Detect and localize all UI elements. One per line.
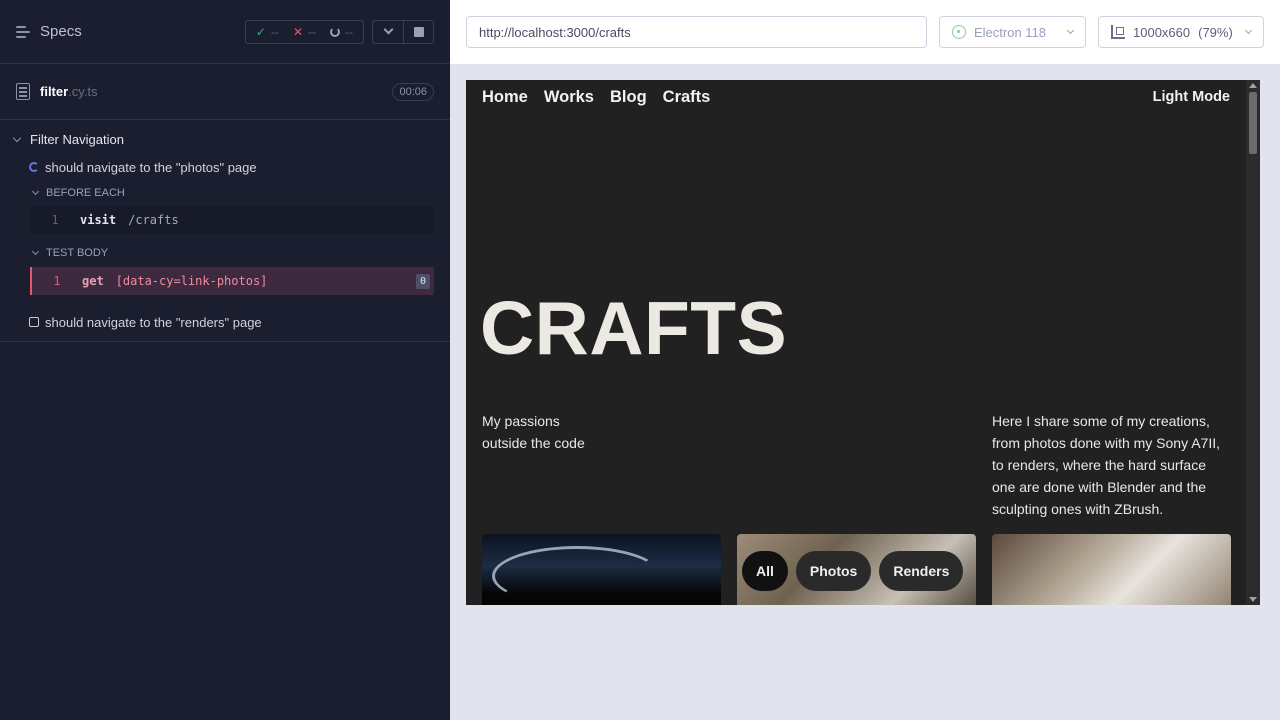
check-icon: ✓	[255, 24, 266, 39]
craft-card-image[interactable]	[992, 534, 1231, 605]
chevron-down-icon	[383, 24, 393, 35]
browser-selector[interactable]: Electron 118	[939, 16, 1086, 48]
divider	[0, 341, 450, 342]
chevron-down-icon	[31, 247, 40, 256]
stats-bar: ✓ -- ✕ -- --	[244, 19, 434, 44]
browser-label: Electron 118	[974, 24, 1047, 40]
test-row[interactable]: should navigate to the "renders" page	[0, 307, 450, 337]
hook-test-body[interactable]: TEST BODY	[0, 242, 450, 264]
scrollbar[interactable]	[1246, 80, 1260, 605]
pending-icon	[29, 317, 39, 327]
scroll-thumb[interactable]	[1249, 92, 1257, 154]
run-controls	[372, 19, 434, 44]
suite-title: Filter Navigation	[30, 131, 124, 147]
run-timer: 00:06	[392, 82, 434, 101]
hook-title: BEFORE EACH	[46, 187, 125, 199]
passions-text: My passions outside the code	[482, 410, 622, 454]
filter-photos-button[interactable]: Photos	[795, 551, 872, 591]
viewport-info[interactable]: 1000x660 (79%)	[1098, 16, 1264, 48]
ruler-icon	[1111, 25, 1125, 39]
stop-button[interactable]	[403, 20, 433, 43]
passions-line: outside the code	[482, 435, 585, 451]
filter-all-button[interactable]: All	[742, 551, 788, 591]
nav-home-link[interactable]: Home	[482, 88, 528, 107]
intro-text: Here I share some of my creations, from …	[992, 413, 1221, 517]
pending-spinner-icon	[330, 26, 340, 37]
chevron-down-icon	[1066, 26, 1075, 35]
hook-before-each[interactable]: BEFORE EACH	[0, 182, 450, 204]
command-row-failing[interactable]: 1 get [data-cy=link-photos] 0	[30, 267, 434, 295]
test-title: should navigate to the "photos" page	[45, 159, 257, 175]
specs-list-icon	[16, 25, 32, 38]
viewport-zoom: (79%)	[1198, 24, 1233, 40]
url-field[interactable]: http://localhost:3000/crafts	[466, 16, 927, 48]
stats-counts: ✓ -- ✕ -- --	[244, 19, 364, 44]
passions-line: My passions	[482, 413, 560, 429]
passed-count: --	[270, 24, 279, 39]
specs-toggle[interactable]: Specs	[16, 23, 82, 40]
suite: Filter Navigation should navigate to the…	[0, 120, 450, 342]
command-name: get	[82, 274, 104, 288]
chevron-down-icon	[1244, 26, 1253, 35]
light-mode-toggle[interactable]: Light Mode	[1153, 89, 1230, 105]
aut-iframe: Home Works Blog Crafts Light Mode CRAFTS…	[466, 80, 1260, 605]
nav-works-link[interactable]: Works	[544, 88, 594, 107]
command-name: visit	[80, 213, 117, 227]
page-title: CRAFTS	[480, 286, 788, 370]
nav-blog-link[interactable]: Blog	[610, 88, 647, 107]
pending-count: --	[345, 24, 353, 39]
filter-renders-button[interactable]: Renders	[879, 551, 964, 591]
command-arg: /crafts	[128, 213, 179, 227]
pending-stat: --	[330, 25, 353, 39]
chevron-down-icon	[31, 187, 40, 196]
chevron-down-icon	[12, 133, 22, 142]
aut-toolbar: http://localhost:3000/crafts Electron 11…	[450, 0, 1280, 64]
command-arg: [data-cy=link-photos]	[115, 274, 268, 288]
electron-icon	[952, 25, 966, 39]
failed-stat: ✕ --	[293, 25, 316, 39]
command-row[interactable]: 1 visit /crafts	[30, 206, 434, 234]
running-icon	[29, 162, 39, 172]
spec-file-ext: .cy.ts	[68, 84, 98, 99]
stop-icon	[413, 26, 424, 37]
specs-label: Specs	[40, 23, 82, 40]
command-number: 1	[53, 274, 61, 288]
hook-title: TEST BODY	[46, 247, 109, 259]
element-count-badge: 0	[415, 273, 430, 289]
collapse-all-button[interactable]	[373, 21, 403, 43]
scroll-up-arrow-icon[interactable]	[1249, 83, 1257, 88]
document-icon	[16, 83, 30, 100]
x-icon: ✕	[292, 24, 303, 39]
viewport-size: 1000x660	[1133, 24, 1191, 40]
site-nav: Home Works Blog Crafts	[482, 88, 710, 107]
reporter-header: Specs ✓ -- ✕ -- --	[0, 0, 450, 64]
scroll-down-arrow-icon[interactable]	[1249, 597, 1257, 602]
suite-title-row[interactable]: Filter Navigation	[0, 126, 450, 152]
test-row[interactable]: should navigate to the "photos" page	[0, 152, 450, 182]
spec-file-header[interactable]: filter .cy.ts 00:06	[0, 64, 450, 120]
failed-count: --	[308, 24, 316, 39]
reporter-panel: Specs ✓ -- ✕ -- -- filter .cy.ts 00:06 Filt…	[0, 0, 450, 720]
test-title: should navigate to the "renders" page	[45, 314, 262, 330]
passed-stat: ✓ --	[256, 25, 279, 39]
command-number: 1	[51, 213, 59, 227]
nav-crafts-link[interactable]: Crafts	[663, 88, 711, 107]
spec-file-name: filter	[40, 84, 69, 99]
filter-buttons: All Photos Renders	[742, 551, 964, 591]
craft-card-image[interactable]	[482, 534, 721, 605]
